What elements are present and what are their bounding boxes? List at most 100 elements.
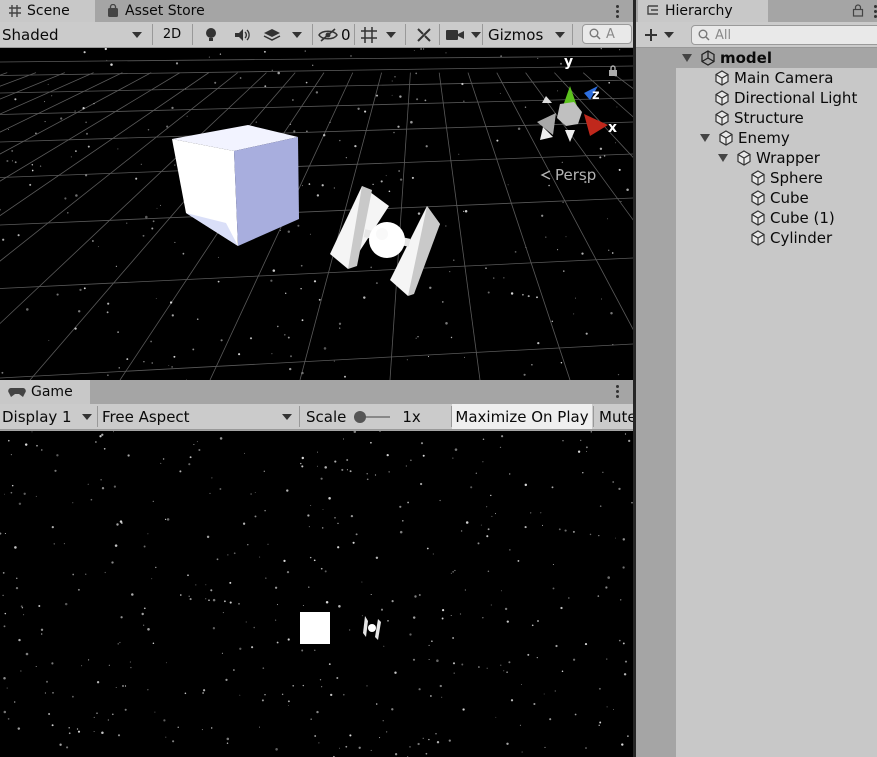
game-tie-fighter: [363, 616, 381, 640]
hierarchy-item-label: Directional Light: [734, 89, 858, 107]
create-dropdown[interactable]: [644, 22, 674, 47]
chevron-down-icon: [555, 31, 566, 38]
scene-menu-icon[interactable]: [612, 2, 622, 20]
hierarchy-item-label: Enemy: [738, 129, 790, 147]
gameobject-icon: [751, 230, 765, 246]
hierarchy-item-cube-1[interactable]: Cube (1): [750, 208, 835, 228]
camera-dropdown[interactable]: [445, 22, 481, 47]
scene-search-placeholder: A: [606, 26, 615, 42]
hierarchy-item-wrapper[interactable]: Wrapper: [718, 148, 820, 168]
lock-icon[interactable]: [852, 4, 864, 17]
hidden-objects-toggle[interactable]: 0: [318, 22, 351, 47]
hierarchy-item-sphere[interactable]: Sphere: [750, 168, 823, 188]
game-canvas: [0, 431, 633, 757]
scale-slider-thumb[interactable]: [354, 410, 367, 423]
hierarchy-menu-icon[interactable]: [870, 2, 877, 20]
hierarchy-item-label: Cube (1): [770, 209, 835, 227]
scene-panel: Scene Asset Store Shaded 2D 0 Gizmos A y…: [0, 0, 633, 380]
hierarchy-tree: model Main Camera Directional Light Stru…: [636, 48, 877, 757]
audio-toggle[interactable]: [232, 22, 254, 47]
projection-toggle[interactable]: Persp: [540, 166, 596, 184]
chevron-down-icon: [132, 31, 142, 38]
cube-object: [172, 125, 299, 246]
eye-slash-icon: [318, 27, 338, 42]
hidden-count: 0: [341, 25, 351, 44]
tab-scene[interactable]: Scene: [0, 0, 95, 22]
2d-label: 2D: [162, 27, 182, 42]
tools-icon: [417, 27, 431, 42]
hierarchy-item-directional-light[interactable]: Directional Light: [714, 88, 857, 108]
draw-mode-value: Shaded: [2, 25, 59, 44]
scale-slider[interactable]: [354, 410, 391, 423]
chevron-down-icon: [282, 413, 292, 420]
list-icon: [647, 5, 658, 15]
scale-value: 1x: [402, 407, 421, 426]
gameobject-icon: [737, 150, 751, 166]
gamepad-icon: [8, 388, 26, 397]
scene-search-input[interactable]: A: [582, 24, 632, 44]
hierarchy-item-label: Structure: [734, 109, 804, 127]
scene-viewport[interactable]: y z x Persp: [0, 48, 633, 380]
grid-snap-dropdown[interactable]: [360, 22, 396, 47]
display-dropdown[interactable]: Display 1: [2, 404, 94, 429]
tab-game[interactable]: Game: [0, 380, 90, 404]
aspect-dropdown[interactable]: Free Aspect: [102, 404, 294, 429]
mute-audio-button[interactable]: Mute: [594, 404, 633, 429]
hierarchy-item-label: Main Camera: [734, 69, 834, 87]
expand-triangle-icon[interactable]: [682, 54, 692, 62]
scene-starfield: [0, 48, 629, 380]
mute-label: Mute: [599, 407, 633, 426]
tab-hierarchy[interactable]: Hierarchy: [638, 0, 768, 22]
grid-snap-icon: [361, 26, 377, 43]
hierarchy-item-label: Cube: [770, 189, 809, 207]
hierarchy-item-cube[interactable]: Cube: [750, 188, 809, 208]
draw-mode-dropdown[interactable]: Shaded: [2, 22, 146, 47]
scene-grid: [0, 55, 633, 380]
aspect-value: Free Aspect: [102, 407, 190, 426]
gizmos-label: Gizmos: [488, 25, 544, 44]
scene-tabbar: Scene Asset Store: [0, 0, 633, 22]
game-starfield: [0, 431, 633, 757]
game-cube: [300, 612, 330, 644]
lightbulb-icon: [206, 27, 216, 41]
game-viewport[interactable]: [0, 431, 633, 757]
axis-x-label: x: [608, 120, 618, 136]
gameobject-icon: [751, 170, 765, 186]
maximize-on-play-button[interactable]: Maximize On Play: [452, 404, 592, 429]
tools-button[interactable]: [413, 22, 435, 47]
game-menu-icon[interactable]: [612, 382, 622, 400]
hierarchy-item-enemy[interactable]: Enemy: [700, 128, 790, 148]
scale-control: Scale 1x: [306, 404, 421, 429]
hierarchy-item-structure[interactable]: Structure: [714, 108, 804, 128]
lock-icon[interactable]: [608, 65, 618, 77]
axis-z-label: z: [592, 88, 600, 103]
persp-label: Persp: [555, 166, 597, 184]
expand-triangle-icon[interactable]: [700, 134, 710, 142]
hierarchy-tabbar: Hierarchy: [636, 0, 877, 22]
expand-triangle-icon[interactable]: [718, 154, 728, 162]
layers-icon: [263, 28, 281, 41]
hierarchy-root-label: model: [720, 49, 772, 67]
tab-asset-store[interactable]: Asset Store: [98, 0, 213, 22]
gizmos-dropdown[interactable]: Gizmos: [488, 22, 566, 47]
search-icon: [698, 29, 710, 41]
hierarchy-item-cylinder[interactable]: Cylinder: [750, 228, 832, 248]
bag-icon: [108, 4, 118, 17]
hierarchy-item-label: Sphere: [770, 169, 823, 187]
tab-scene-label: Scene: [27, 3, 70, 19]
gameobject-icon: [751, 190, 765, 206]
hierarchy-item-main-camera[interactable]: Main Camera: [714, 68, 833, 88]
2d-toggle-button[interactable]: 2D: [158, 22, 186, 47]
video-camera-icon: [446, 29, 464, 40]
chevron-down-icon: [292, 31, 302, 38]
game-toolbar: Display 1 Free Aspect Scale 1x Maximize …: [0, 404, 633, 430]
effects-dropdown[interactable]: [262, 22, 310, 47]
chevron-down-icon: [386, 31, 396, 38]
game-panel: Game Display 1 Free Aspect Scale 1x Maxi…: [0, 380, 633, 757]
lighting-toggle[interactable]: [201, 22, 221, 47]
gameobject-icon: [751, 210, 765, 226]
hierarchy-root-model[interactable]: model: [682, 48, 772, 68]
hierarchy-search-input[interactable]: All: [691, 25, 877, 45]
hierarchy-panel: Hierarchy All model Main Camera Directio…: [633, 0, 877, 757]
tab-hierarchy-label: Hierarchy: [665, 3, 733, 19]
